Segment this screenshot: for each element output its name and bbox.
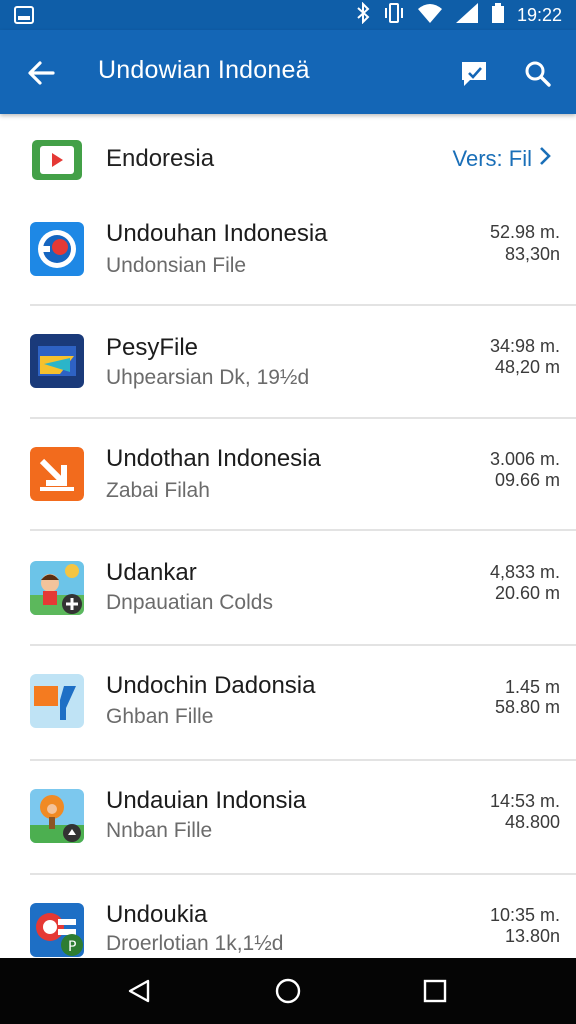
item-count: 48.800 <box>504 812 560 832</box>
item-count: 48,20 m <box>494 357 560 377</box>
clock: 19:22 <box>516 4 562 25</box>
list-item[interactable]: Undochin Dadonsia Ghban Fille 1.45 m 58.… <box>0 646 576 758</box>
navy-folder-app-icon <box>30 334 84 388</box>
nav-home-icon[interactable] <box>271 974 305 1008</box>
item-name: PesyFile <box>106 334 199 361</box>
nav-recents-icon[interactable] <box>418 974 452 1008</box>
bluetooth-icon <box>355 1 371 29</box>
list-item[interactable]: Udankar Dnpauatian Colds 4,833 m. 20.60 … <box>0 531 576 643</box>
app-bar: Undowian Indoneä <box>0 30 576 114</box>
item-count: 83,30n <box>504 244 560 264</box>
item-count: 58.80 m <box>494 697 560 717</box>
item-size: 10:35 m. <box>489 905 560 925</box>
video-app-icon <box>32 140 82 180</box>
item-subtitle: Nnban Fille <box>106 819 213 842</box>
version-link-label: Vers: Fil <box>452 146 532 171</box>
blue-circle-app-icon <box>30 222 84 276</box>
item-name: Undochin Dadonsia <box>106 672 316 699</box>
battery-icon <box>491 2 505 29</box>
item-count: 20.60 m <box>494 583 560 603</box>
item-name: Udankar <box>106 559 197 586</box>
header-row[interactable]: Endoresia Vers: Fil <box>0 114 576 202</box>
item-size: 52.98 m. <box>489 222 560 242</box>
list-item[interactable]: PesyFile Uhpearsian Dk, 19½d 34:98 m. 48… <box>0 306 576 418</box>
chevron-right-icon <box>538 146 552 172</box>
arrow-back-icon[interactable] <box>22 54 60 92</box>
item-size: 14:53 m. <box>489 791 560 811</box>
item-subtitle: Droerlotian 1k,1½d <box>106 932 284 955</box>
list-item[interactable]: Undouhan Indonesia Undonsian File 52.98 … <box>0 192 576 304</box>
item-size: 3.006 m. <box>489 449 560 469</box>
search-icon[interactable] <box>518 54 558 94</box>
orange-download-app-icon <box>30 447 84 501</box>
wifi-icon <box>417 2 443 29</box>
item-name: Undauian Indonsia <box>106 787 307 814</box>
vibrate-icon <box>383 2 405 29</box>
item-size: 34:98 m. <box>489 336 560 356</box>
item-count: 09.66 m <box>494 470 560 490</box>
gallery-notification-icon <box>14 6 34 29</box>
item-subtitle: Undonsian File <box>106 254 247 277</box>
item-subtitle: Zabai Filah <box>106 479 210 502</box>
page-title: Undowian Indoneä <box>98 56 310 84</box>
signal-icon <box>455 2 479 29</box>
header-name: Endoresia <box>106 145 215 172</box>
item-name: Undothan Indonesia <box>106 445 321 472</box>
cartoon-tree-app-icon <box>30 789 84 843</box>
item-name: Undoukia <box>106 901 208 928</box>
status-bar: 19:22 <box>0 0 576 30</box>
item-subtitle: Uhpearsian Dk, 19½d <box>106 366 310 389</box>
version-link[interactable]: Vers: Fil <box>453 146 552 172</box>
item-subtitle: Dnpauatian Colds <box>106 591 273 614</box>
svg-text:P: P <box>68 939 76 955</box>
item-size: 4,833 m. <box>489 562 560 582</box>
list-item[interactable]: Undauian Indonsia Nnban Fille 14:53 m. 4… <box>0 761 576 873</box>
orange-blue-shapes-app-icon <box>30 674 84 728</box>
navigation-bar <box>0 958 576 1024</box>
item-subtitle: Ghban Fille <box>106 705 214 728</box>
feedback-icon[interactable] <box>454 54 494 94</box>
red-p-badge-app-icon: P <box>30 903 84 957</box>
item-size: 1.45 m <box>504 677 560 697</box>
item-name: Undouhan Indonesia <box>106 220 328 247</box>
cartoon-kid-app-icon <box>30 561 84 615</box>
list-item[interactable]: Undothan Indonesia Zabai Filah 3.006 m. … <box>0 419 576 531</box>
nav-back-icon[interactable] <box>122 974 156 1008</box>
item-count: 13.80n <box>504 926 560 946</box>
